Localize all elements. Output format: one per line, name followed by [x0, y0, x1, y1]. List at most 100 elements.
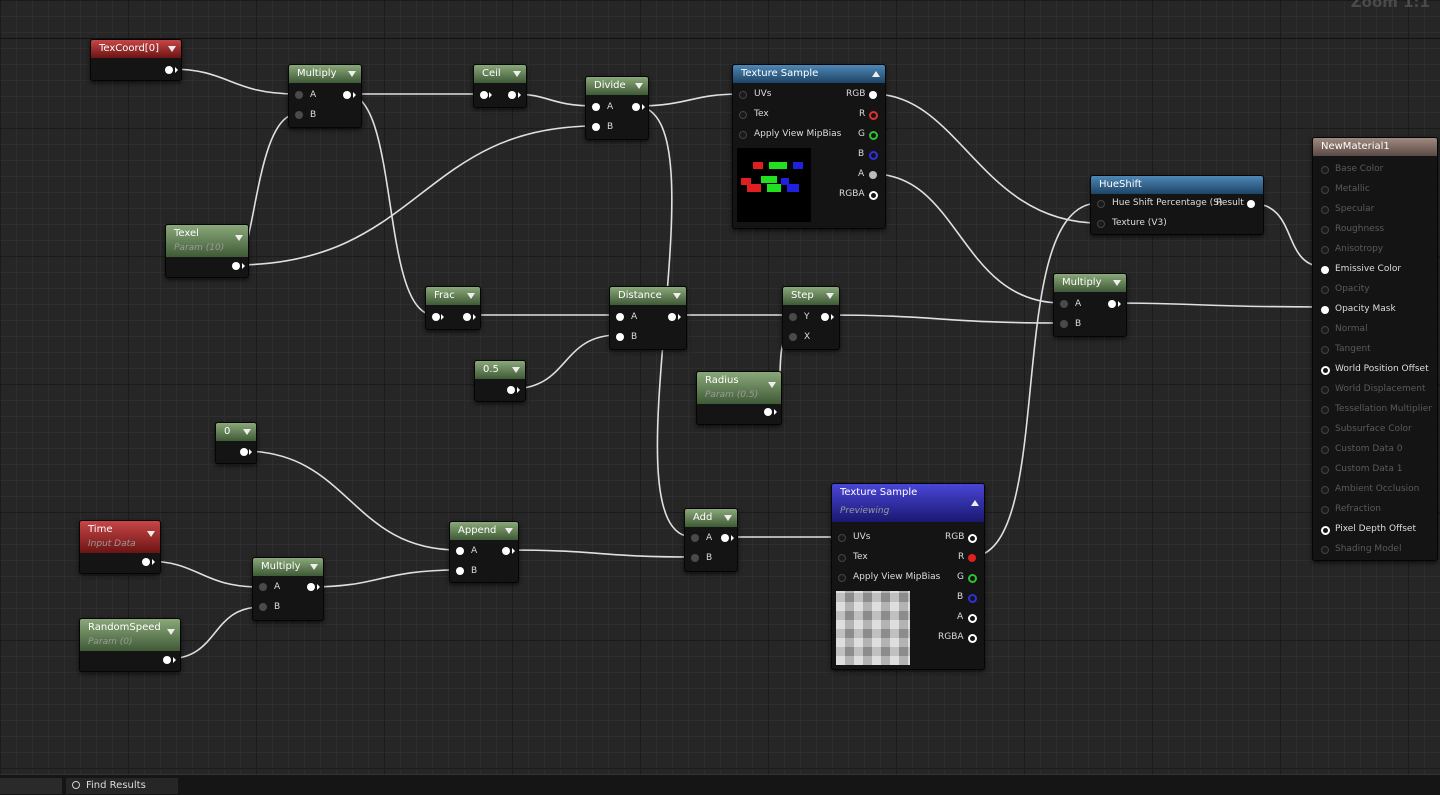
chevron-down-icon[interactable] [243, 429, 251, 435]
material-input-pin[interactable] [1321, 386, 1329, 394]
material-input-pin[interactable] [1321, 266, 1329, 274]
output-pin-b[interactable] [968, 594, 977, 603]
node-multiply-2[interactable]: Multiply A B [252, 557, 324, 621]
node-frac[interactable]: Frac [425, 286, 481, 330]
chevron-down-icon[interactable] [673, 293, 681, 299]
chevron-down-icon[interactable] [147, 531, 155, 537]
output-pin-r[interactable] [968, 554, 976, 562]
node-append[interactable]: Append A B [449, 521, 519, 583]
node-material-result[interactable]: NewMaterial1 Base Color Metallic Specular R… [1312, 137, 1438, 561]
input-pin-b[interactable] [1060, 320, 1068, 328]
output-pin[interactable] [165, 66, 173, 74]
input-pin-a[interactable] [456, 547, 464, 555]
material-input-pin[interactable] [1321, 226, 1329, 234]
material-input-pin[interactable] [1321, 526, 1330, 535]
input-pin-a[interactable] [616, 313, 624, 321]
material-input-pin[interactable] [1321, 546, 1329, 554]
material-input-pin[interactable] [1321, 486, 1329, 494]
input-pin-tex[interactable] [739, 111, 747, 119]
output-pin[interactable] [764, 408, 772, 416]
input-pin-uvs[interactable] [739, 91, 747, 99]
output-pin[interactable] [508, 91, 516, 99]
chevron-down-icon[interactable] [505, 528, 513, 534]
input-pin[interactable] [432, 313, 440, 321]
chevron-down-icon[interactable] [724, 515, 732, 521]
material-input-pin[interactable] [1321, 306, 1329, 314]
input-pin-uvs[interactable] [838, 534, 846, 542]
input-pin-b[interactable] [616, 333, 624, 341]
node-constant-half[interactable]: 0.5 [474, 360, 526, 402]
input-pin-b[interactable] [295, 111, 303, 119]
material-graph-canvas[interactable]: Zoom 1:1 TexCoord[0] Multiply A B Ceil D… [0, 0, 1440, 774]
output-pin[interactable] [232, 262, 240, 270]
material-input-pin[interactable] [1321, 246, 1329, 254]
chevron-down-icon[interactable] [235, 235, 243, 241]
output-pin[interactable] [1108, 300, 1116, 308]
output-pin[interactable] [507, 386, 515, 394]
input-pin-b[interactable] [691, 554, 699, 562]
chevron-down-icon[interactable] [1113, 280, 1121, 286]
node-divide[interactable]: Divide A B [585, 76, 649, 140]
material-input-pin[interactable] [1321, 286, 1329, 294]
chevron-down-icon[interactable] [168, 46, 176, 52]
node-add[interactable]: Add A B [684, 508, 738, 572]
chevron-up-icon[interactable] [971, 500, 979, 506]
input-pin-mipbias[interactable] [838, 574, 846, 582]
input-pin-b[interactable] [456, 567, 464, 575]
material-input-pin[interactable] [1321, 326, 1329, 334]
chevron-down-icon[interactable] [513, 71, 521, 77]
output-pin-a[interactable] [968, 614, 977, 623]
chevron-down-icon[interactable] [310, 564, 318, 570]
output-pin-rgb[interactable] [869, 91, 877, 99]
material-input-pin[interactable] [1321, 206, 1329, 214]
output-pin[interactable] [821, 313, 829, 321]
input-pin-tex[interactable] [838, 554, 846, 562]
output-pin-b[interactable] [869, 151, 878, 160]
input-pin-b[interactable] [259, 603, 267, 611]
chevron-down-icon[interactable] [167, 629, 175, 635]
material-input-pin[interactable] [1321, 406, 1329, 414]
input-pin-b[interactable] [592, 123, 600, 131]
material-input-pin[interactable] [1321, 466, 1329, 474]
output-pin-rgb[interactable] [968, 534, 977, 543]
output-pin[interactable] [721, 534, 729, 542]
material-input-pin[interactable] [1321, 186, 1329, 194]
node-constant-zero[interactable]: 0 [215, 422, 257, 464]
material-input-pin[interactable] [1321, 506, 1329, 514]
node-step[interactable]: Step Y X [782, 286, 840, 350]
input-pin-a[interactable] [691, 534, 699, 542]
node-texcoord[interactable]: TexCoord[0] [90, 39, 182, 81]
node-texel-param[interactable]: Texel Param (10) [165, 224, 249, 278]
material-input-pin[interactable] [1321, 366, 1330, 375]
output-pin[interactable] [163, 656, 171, 664]
output-pin[interactable] [142, 558, 150, 566]
output-pin[interactable] [463, 313, 471, 321]
input-pin-y[interactable] [789, 313, 797, 321]
output-pin[interactable] [343, 91, 351, 99]
output-pin-g[interactable] [968, 574, 977, 583]
node-hueshift[interactable]: HueShift Hue Shift Percentage (S) Result… [1090, 175, 1264, 235]
output-pin-g[interactable] [869, 131, 878, 140]
output-pin-rgba[interactable] [869, 191, 878, 200]
node-multiply-3[interactable]: Multiply A B [1053, 273, 1127, 337]
chevron-up-icon[interactable] [872, 71, 880, 77]
chevron-down-icon[interactable] [348, 71, 356, 77]
output-pin[interactable] [240, 448, 248, 456]
input-pin-a[interactable] [295, 91, 303, 99]
input-pin[interactable] [480, 91, 488, 99]
node-ceil[interactable]: Ceil [473, 64, 527, 108]
node-randomspeed-param[interactable]: RandomSpeed Param (0) [79, 618, 181, 672]
chevron-down-icon[interactable] [467, 293, 475, 299]
output-pin[interactable] [307, 583, 315, 591]
output-pin[interactable] [668, 313, 676, 321]
material-input-pin[interactable] [1321, 446, 1329, 454]
input-pin-a[interactable] [592, 103, 600, 111]
output-pin-rgba[interactable] [968, 634, 977, 643]
input-pin-a[interactable] [1060, 300, 1068, 308]
node-time-input[interactable]: Time Input Data [79, 520, 161, 574]
node-radius-param[interactable]: Radius Param (0.5) [696, 371, 782, 425]
chevron-down-icon[interactable] [512, 367, 520, 373]
output-pin[interactable] [502, 547, 510, 555]
node-distance[interactable]: Distance A B [609, 286, 687, 350]
node-texture-sample-2[interactable]: Texture Sample Previewing UVs Tex Apply V… [831, 483, 985, 670]
